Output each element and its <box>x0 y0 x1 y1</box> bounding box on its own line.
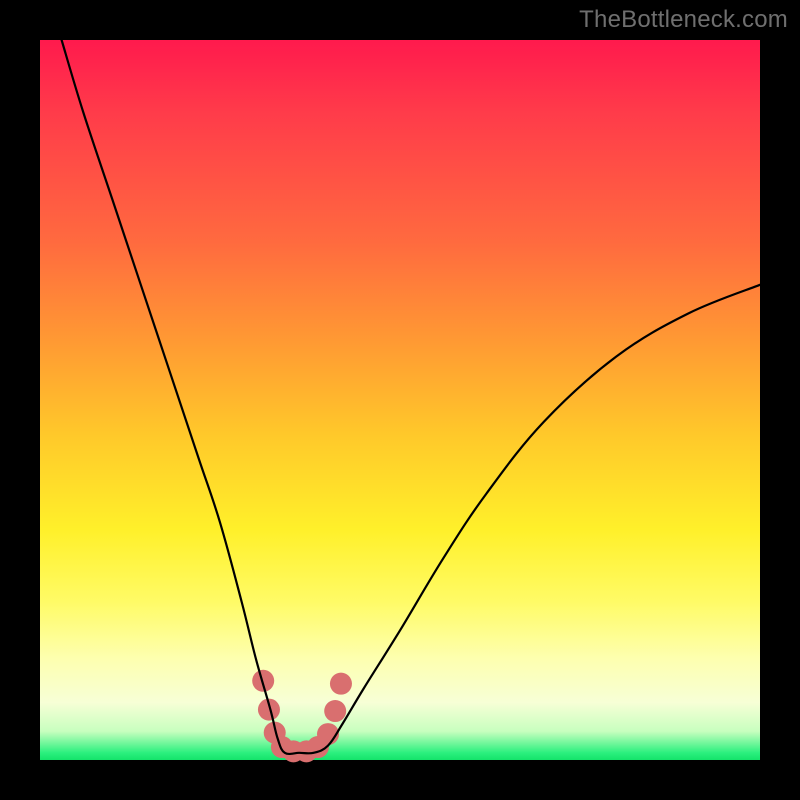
plot-area <box>40 40 760 760</box>
curve-layer <box>40 40 760 760</box>
valley-dots <box>252 670 352 763</box>
watermark-text: TheBottleneck.com <box>579 6 788 34</box>
valley-dot <box>324 700 346 722</box>
bottleneck-curve-path <box>62 40 760 754</box>
chart-frame: TheBottleneck.com <box>0 0 800 800</box>
valley-dot <box>330 673 352 695</box>
